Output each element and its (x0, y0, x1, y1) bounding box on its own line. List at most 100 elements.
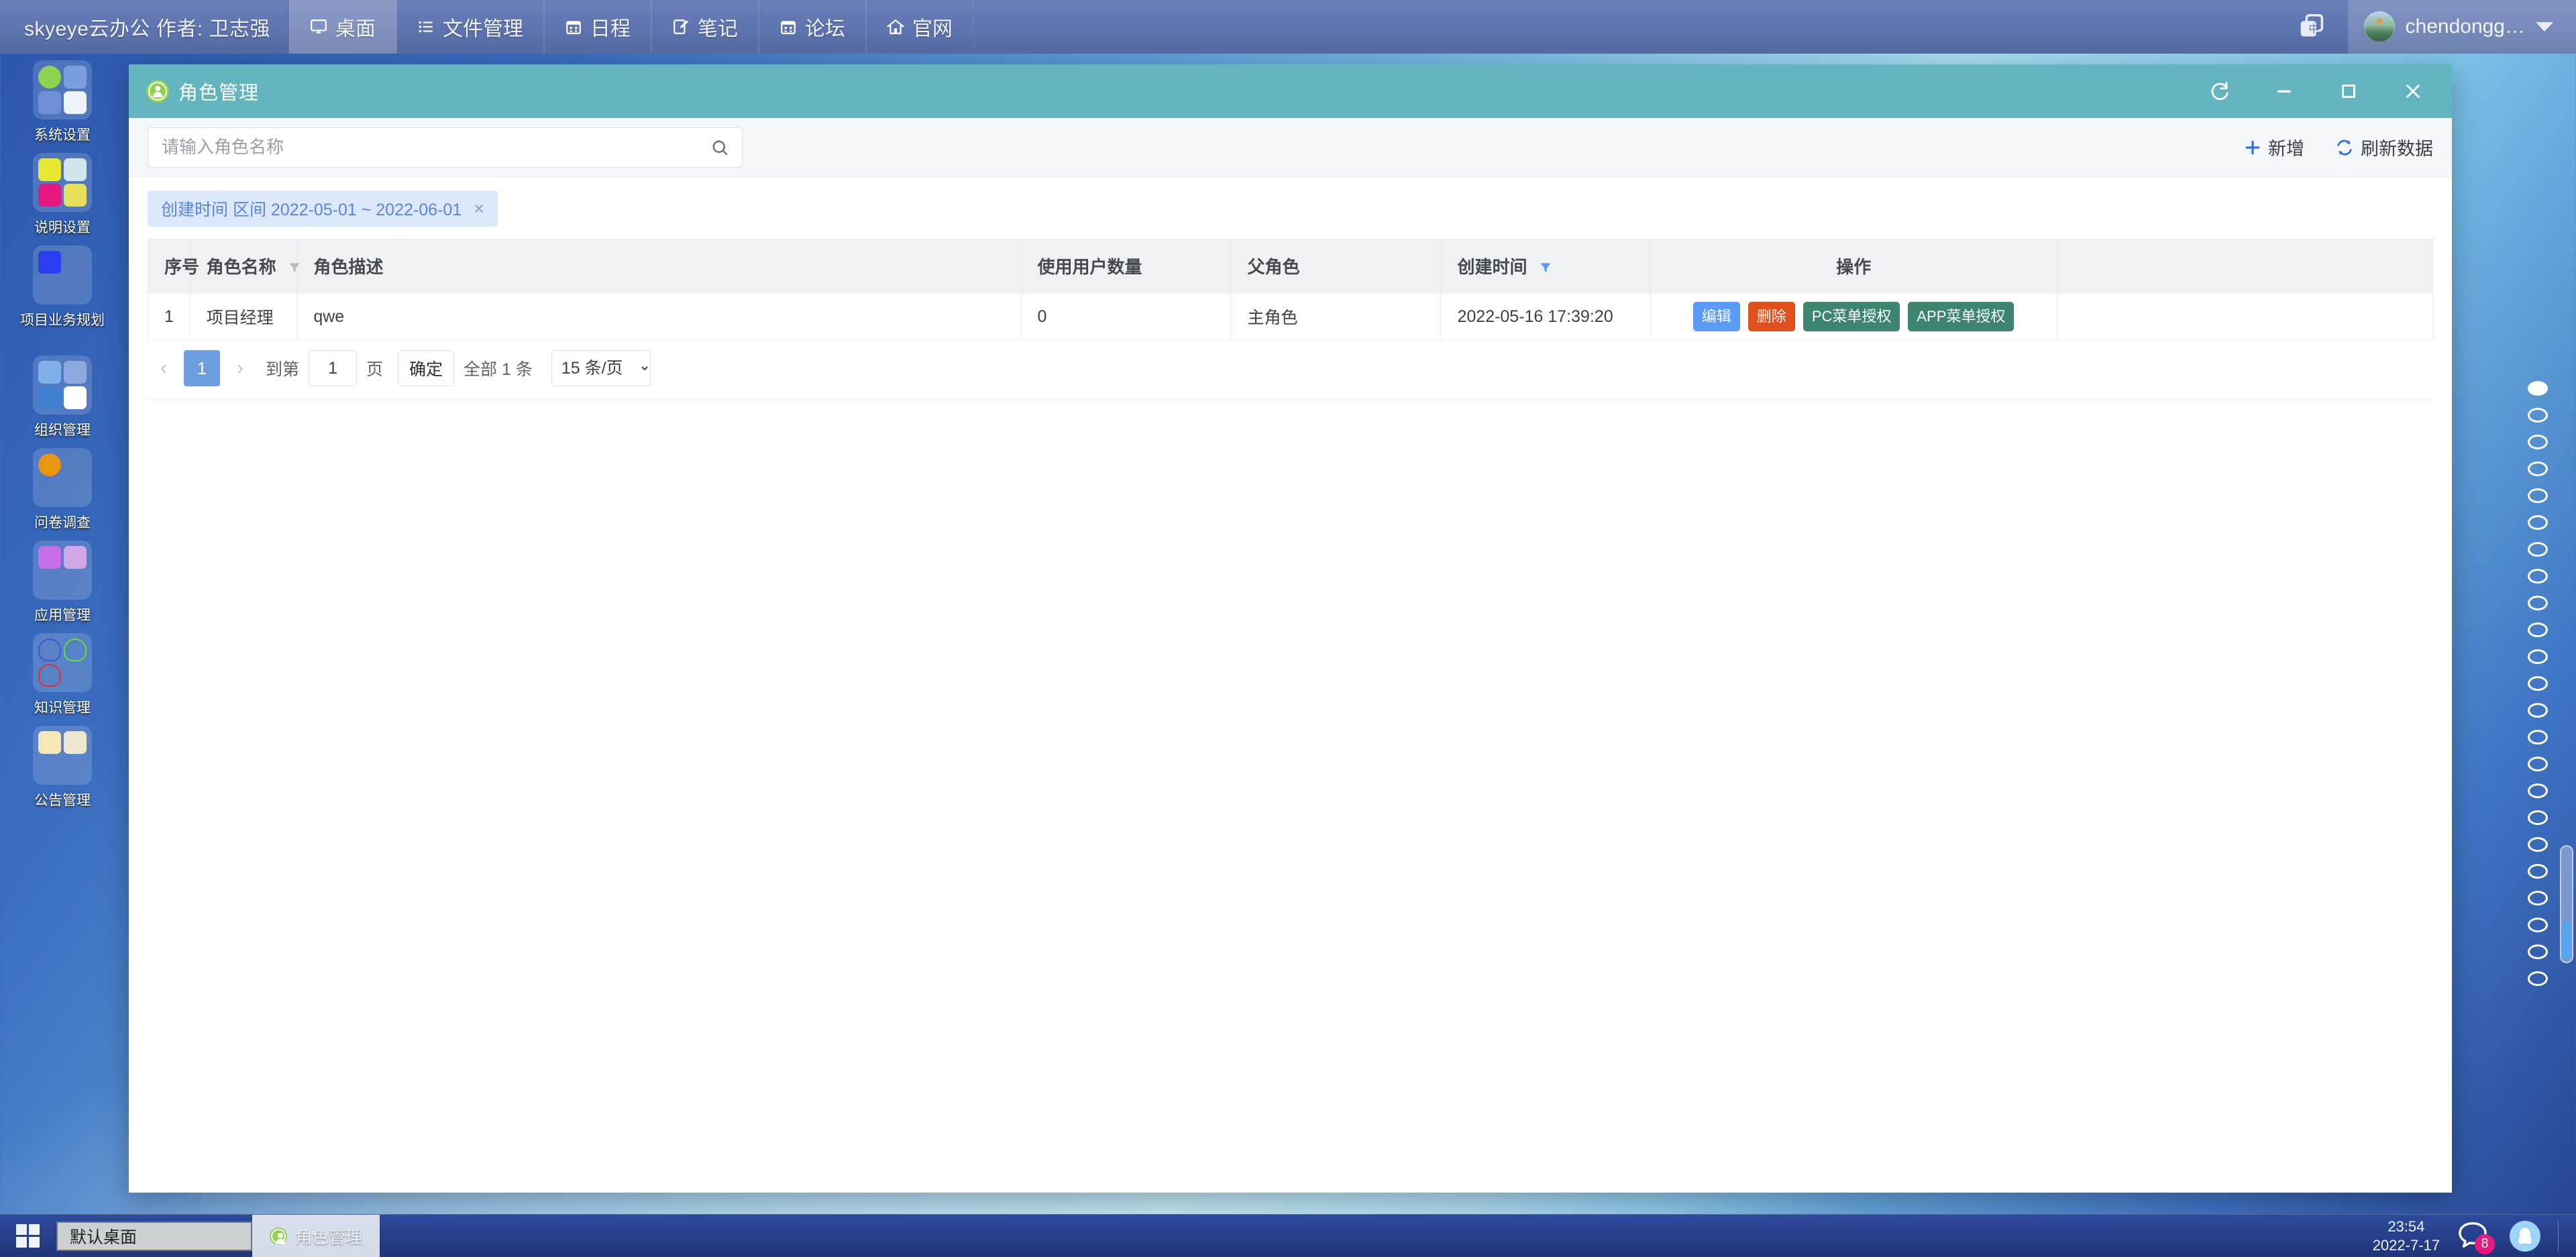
window-toolbar: 新增 刷新数据 (129, 118, 2452, 177)
table-header: 序号 角色名称 角色描述 使用用户数量 父角色 创建时间 操作 (148, 239, 2434, 293)
nav-tab-notes[interactable]: 笔记 (651, 0, 759, 54)
page-dot[interactable] (2528, 730, 2548, 745)
page-unit-label: 页 (366, 360, 384, 379)
add-button[interactable]: 新增 (2244, 134, 2304, 160)
th-role-name[interactable]: 角色名称 (190, 239, 300, 293)
operation-button-group: 编辑 删除 PC菜单授权 APP菜单授权 (1658, 301, 2049, 332)
prev-page-button[interactable]: ‹ (148, 350, 180, 386)
page-dot[interactable] (2528, 837, 2548, 852)
app-brand: skyeye云办公 作者: 卫志强 (24, 18, 270, 40)
desktop-icon-announcement-management[interactable]: 公告管理 (0, 726, 125, 810)
window-close-button[interactable] (2381, 64, 2445, 118)
edit-button[interactable]: 编辑 (1693, 301, 1740, 332)
taskbar-desktop-item[interactable]: 默认桌面 (56, 1221, 252, 1251)
search-box[interactable] (148, 127, 743, 168)
filter-tag-label: 创建时间 区间 2022-05-01 ~ 2022-06-01 (161, 201, 462, 219)
page-dot[interactable] (2528, 971, 2548, 986)
nav-tab-schedule[interactable]: 日程 (543, 0, 651, 54)
top-navigation-bar: skyeye云办公 作者: 卫志强 桌面 文件管理 日程 笔记 论坛 官网 中 … (0, 0, 2576, 54)
page-dot[interactable] (2528, 649, 2548, 664)
qq-button[interactable] (2510, 1220, 2540, 1252)
nav-tab-official-site-label: 官网 (912, 18, 953, 40)
page-dot[interactable] (2528, 542, 2548, 557)
taskbar-window-item[interactable]: 角色管理 (252, 1214, 380, 1257)
th-role-desc: 角色描述 (297, 239, 1022, 293)
th-created-time[interactable]: 创建时间 (1440, 239, 1652, 293)
active-filters-row: 创建时间 区间 2022-05-01 ~ 2022-06-01 × (129, 177, 2452, 235)
clock[interactable]: 23:54 2022-7-17 (2373, 1217, 2440, 1254)
table-row[interactable]: 1 项目经理 qwe 0 主角色 2022-05-16 17:39:20 编辑 … (148, 292, 2434, 341)
filter-funnel-icon[interactable] (288, 261, 301, 274)
page-number-1[interactable]: 1 (184, 350, 220, 386)
page-dot-active[interactable] (2528, 381, 2548, 396)
search-icon[interactable] (710, 138, 730, 158)
user-name: chendongg… (2405, 15, 2525, 38)
desktop-icon-survey[interactable]: 问卷调查 (0, 448, 125, 532)
page-dot[interactable] (2528, 757, 2548, 771)
window-title-group: 角色管理 (146, 77, 259, 105)
desktop-icon-project-business-planning[interactable]: 项目业务规划 (0, 245, 125, 329)
nav-tab-file-management[interactable]: 文件管理 (396, 0, 544, 54)
nav-tab-desktop[interactable]: 桌面 (288, 0, 396, 54)
messages-button[interactable]: 8 (2457, 1221, 2495, 1254)
page-dot[interactable] (2528, 435, 2548, 449)
desktop-icon-label: 说明设置 (34, 220, 91, 235)
page-dot[interactable] (2528, 703, 2548, 718)
page-dot[interactable] (2528, 810, 2548, 825)
th-parent-role-label: 父角色 (1247, 257, 1300, 277)
page-size-select[interactable]: 15 条/页 30 条/页 50 条/页 100 条/页 (551, 350, 651, 386)
confirm-button[interactable]: 确定 (398, 350, 455, 386)
page-dot[interactable] (2528, 569, 2548, 584)
th-operations: 操作 (1650, 239, 2057, 293)
desktop-scrollbar[interactable] (2560, 845, 2573, 963)
delete-button[interactable]: 删除 (1748, 301, 1795, 332)
search-input[interactable] (162, 137, 710, 158)
pc-menu-authorize-button[interactable]: PC菜单授权 (1803, 301, 1900, 332)
avatar (2363, 11, 2395, 42)
desktop-icon-organization-management[interactable]: 组织管理 (0, 356, 125, 439)
role-table: 序号 角色名称 角色描述 使用用户数量 父角色 创建时间 操作 1 项目经理 q… (148, 239, 2434, 341)
filter-tag-created-time[interactable]: 创建时间 区间 2022-05-01 ~ 2022-06-01 × (148, 190, 498, 227)
page-dot[interactable] (2528, 408, 2548, 423)
window-maximize-button[interactable] (2316, 64, 2381, 118)
th-operations-label: 操作 (1836, 257, 1872, 277)
page-dot[interactable] (2528, 461, 2548, 476)
nav-tab-forum[interactable]: 论坛 (758, 0, 866, 54)
role-management-window: 角色管理 请输入角色名称 新增 刷新数据 创建时间 区间 2022-05-01 … (129, 64, 2452, 1193)
page-dot[interactable] (2528, 944, 2548, 959)
table-body: 1 项目经理 qwe 0 主角色 2022-05-16 17:39:20 编辑 … (148, 292, 2434, 341)
knowledge-icon (33, 633, 92, 692)
filter-tag-close-icon[interactable]: × (474, 199, 484, 218)
system-settings-icon (33, 60, 92, 119)
window-refresh-button[interactable] (2188, 64, 2252, 118)
th-role-name-label: 角色名称 (206, 257, 276, 277)
nav-tab-forum-label: 论坛 (804, 18, 845, 40)
page-dot[interactable] (2528, 864, 2548, 879)
scrollbar-thumb[interactable] (2563, 922, 2571, 959)
page-dot[interactable] (2528, 622, 2548, 637)
page-dot[interactable] (2528, 488, 2548, 503)
desktop-icon-instruction-settings[interactable]: 说明设置 (0, 153, 125, 237)
ime-switch-button[interactable]: 中 (2277, 0, 2348, 54)
next-page-button[interactable]: › (224, 350, 256, 386)
desktop-icon-app-management[interactable]: 应用管理 (0, 541, 125, 624)
page-dot[interactable] (2528, 891, 2548, 906)
page-dot[interactable] (2528, 676, 2548, 691)
th-user-count-label: 使用用户数量 (1037, 257, 1142, 277)
page-dot[interactable] (2528, 783, 2548, 798)
calendar-icon (781, 21, 796, 34)
user-menu[interactable]: chendongg… (2347, 0, 2576, 54)
page-dot[interactable] (2528, 515, 2548, 530)
desktop-icon-knowledge-management[interactable]: 知识管理 (0, 633, 125, 717)
start-button[interactable] (0, 1215, 55, 1257)
desktop-icon-system-settings[interactable]: 系统设置 (0, 60, 125, 144)
goto-page-input[interactable] (309, 350, 358, 386)
filter-funnel-icon-active[interactable] (1539, 261, 1552, 274)
app-menu-authorize-button[interactable]: APP菜单授权 (1908, 301, 2015, 332)
total-count-label: 全部 1 条 (464, 360, 533, 379)
window-minimize-button[interactable] (2252, 64, 2316, 118)
nav-tab-official-site[interactable]: 官网 (865, 0, 973, 54)
page-dot[interactable] (2528, 918, 2548, 932)
page-dot[interactable] (2528, 596, 2548, 610)
refresh-data-button[interactable]: 刷新数据 (2335, 134, 2433, 160)
